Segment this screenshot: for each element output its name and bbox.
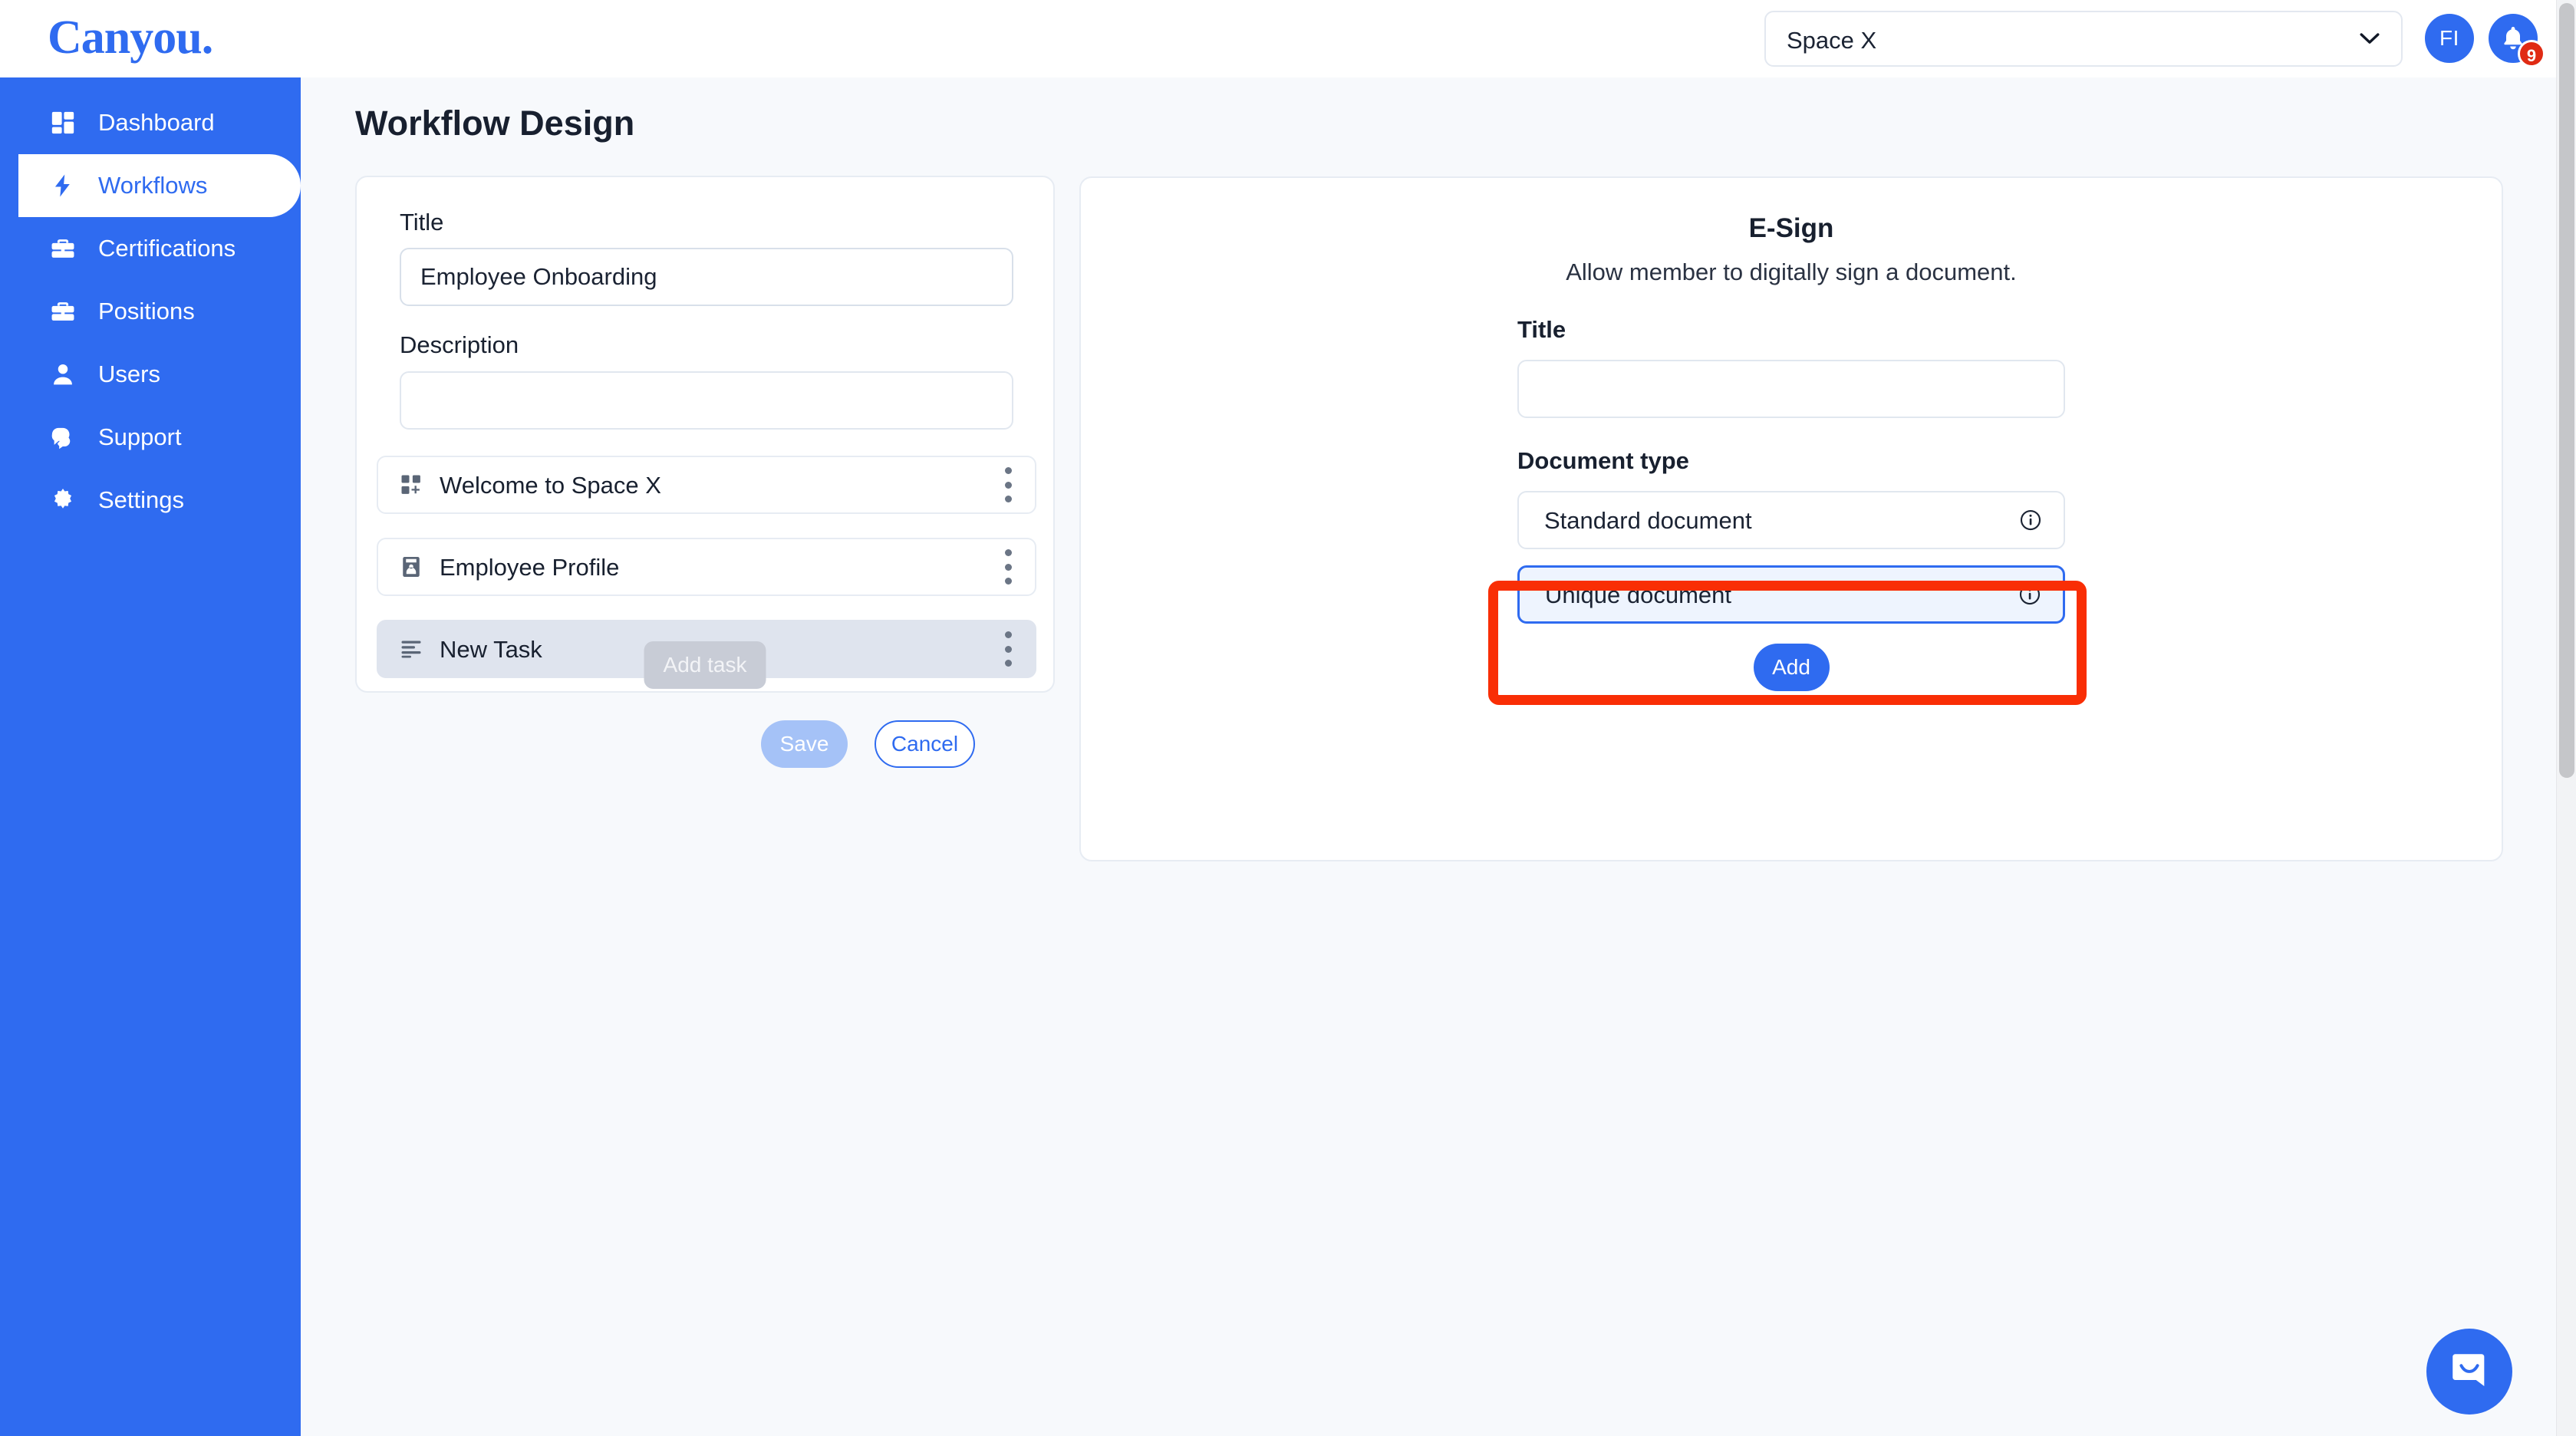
task-menu-button[interactable]: [1004, 631, 1012, 667]
dashboard-icon: [48, 107, 78, 138]
cancel-button[interactable]: Cancel: [875, 720, 975, 768]
page-scrollbar-thumb[interactable]: [2559, 3, 2574, 778]
document-type-option-standard[interactable]: Standard document: [1517, 491, 2065, 549]
sidebar-item-label: Users: [98, 361, 160, 387]
briefcase-icon: [48, 233, 78, 264]
document-type-option-label: Unique document: [1545, 581, 1731, 608]
sidebar-item-support[interactable]: Support: [0, 406, 301, 469]
workflow-form-actions: Save Cancel: [761, 720, 975, 768]
esign-title-input[interactable]: [1517, 360, 2065, 418]
app-root: Canyou. Space X FI 9 Dashboard Workflows…: [0, 0, 2576, 1436]
chevron-down-icon: [2360, 33, 2380, 45]
sidebar-item-label: Certifications: [98, 235, 236, 262]
user-icon: [48, 359, 78, 390]
page-title: Workflow Design: [355, 104, 635, 143]
sidebar-item-label: Support: [98, 423, 182, 450]
document-type-option-label: Standard document: [1544, 506, 1752, 534]
sidebar-item-label: Workflows: [98, 172, 208, 199]
task-row[interactable]: Welcome to Space X: [377, 456, 1036, 514]
sidebar-item-users[interactable]: Users: [0, 343, 301, 406]
notification-badge: 9: [2518, 40, 2545, 68]
avatar[interactable]: FI: [2425, 14, 2474, 63]
app-logo[interactable]: Canyou.: [48, 6, 213, 69]
top-bar: Canyou. Space X FI 9: [0, 0, 2576, 77]
task-name: New Task: [440, 635, 542, 663]
task-name: Employee Profile: [440, 553, 620, 581]
workflow-title-label: Title: [400, 209, 444, 235]
dashboard-add-icon: [398, 472, 424, 498]
sidebar-item-label: Dashboard: [98, 109, 215, 136]
workflow-description-label: Description: [400, 331, 519, 358]
esign-title-label: Title: [1517, 316, 1566, 343]
text-lines-icon: [398, 636, 424, 662]
info-icon[interactable]: [2018, 583, 2041, 606]
task-menu-button[interactable]: [1004, 549, 1012, 585]
task-row[interactable]: Employee Profile: [377, 538, 1036, 596]
sidebar-item-workflows[interactable]: Workflows: [18, 154, 301, 217]
lightning-bolt-icon: [48, 170, 78, 201]
workflow-title-input[interactable]: [400, 248, 1013, 306]
chat-launcher-button[interactable]: [2426, 1329, 2512, 1415]
sidebar-item-label: Positions: [98, 298, 195, 324]
workflow-description-input[interactable]: [400, 371, 1013, 430]
page-scrollbar[interactable]: [2556, 0, 2576, 1436]
info-icon[interactable]: [2019, 509, 2042, 532]
space-selector[interactable]: Space X: [1764, 11, 2403, 67]
gear-icon: [48, 485, 78, 515]
esign-heading: E-Sign: [1748, 213, 1834, 243]
task-name: Welcome to Space X: [440, 471, 661, 499]
sidebar-item-label: Settings: [98, 486, 185, 513]
sidebar: Dashboard Workflows Certifications Posit…: [0, 77, 301, 1436]
task-menu-button[interactable]: [1004, 467, 1012, 502]
briefcase-icon: [48, 296, 78, 327]
main-content: Workflow Design Title Description Welcom…: [301, 77, 2556, 1436]
esign-subtitle: Allow member to digitally sign a documen…: [1566, 259, 2017, 285]
sidebar-item-positions[interactable]: Positions: [0, 280, 301, 343]
document-type-option-unique[interactable]: Unique document: [1517, 565, 2065, 624]
workflow-form-card: Title Description Welcome to Space X Emp…: [355, 176, 1055, 693]
esign-panel-card: E-Sign Allow member to digitally sign a …: [1079, 176, 2503, 861]
sidebar-item-settings[interactable]: Settings: [0, 469, 301, 532]
sidebar-item-dashboard[interactable]: Dashboard: [0, 91, 301, 154]
space-selector-value: Space X: [1787, 27, 1877, 54]
sidebar-item-certifications[interactable]: Certifications: [0, 217, 301, 280]
add-task-button[interactable]: Add task: [644, 641, 766, 689]
document-type-label: Document type: [1517, 447, 1689, 474]
chat-question-icon: [48, 422, 78, 453]
notifications-button[interactable]: 9: [2489, 14, 2545, 68]
chat-bubble-icon: [2447, 1348, 2492, 1396]
add-button[interactable]: Add: [1753, 644, 1830, 691]
id-card-icon: [398, 554, 424, 580]
save-button[interactable]: Save: [761, 720, 848, 768]
